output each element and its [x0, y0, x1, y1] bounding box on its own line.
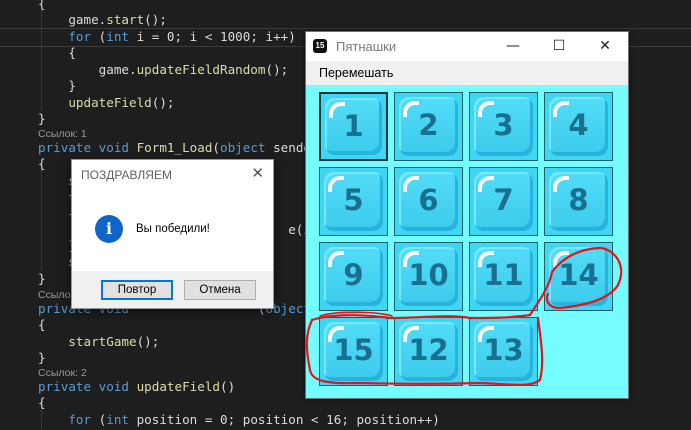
- message-box-footer: Повтор Отмена: [72, 271, 273, 308]
- annotation-stroke: [310, 246, 623, 322]
- retry-button[interactable]: Повтор: [101, 280, 173, 300]
- message-text: Вы победили!: [136, 223, 210, 235]
- message-box[interactable]: ПОЗДРАВЛЯЕМ ✕ i Вы победили! Повтор Отме…: [71, 159, 274, 309]
- annotation-stroke: [305, 316, 544, 386]
- message-box-caption: ПОЗДРАВЛЯЕМ: [81, 168, 172, 182]
- info-icon: i: [95, 215, 123, 243]
- cancel-button[interactable]: Отмена: [184, 280, 256, 300]
- close-icon[interactable]: ✕: [251, 164, 264, 182]
